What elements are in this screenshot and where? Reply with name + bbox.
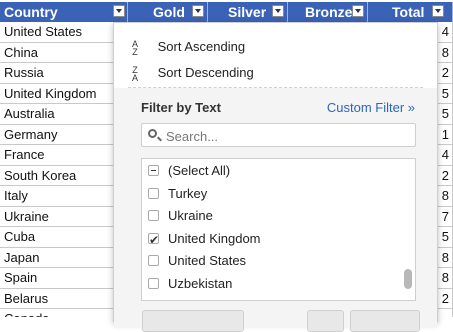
country-cell[interactable]: France <box>0 145 128 166</box>
cancel-button[interactable] <box>350 310 420 332</box>
checkbox[interactable] <box>148 165 159 176</box>
filter-dropdown-button[interactable] <box>272 5 284 17</box>
list-item[interactable]: Turkey <box>142 183 402 205</box>
checkbox[interactable] <box>148 187 159 199</box>
column-header-label: Total <box>392 4 425 20</box>
search-input[interactable] <box>164 126 408 146</box>
search-box <box>141 123 416 147</box>
column-header-label: Bronze <box>305 4 353 20</box>
country-cell[interactable]: Canada <box>0 309 128 317</box>
column-header-silver: Silver <box>208 2 288 22</box>
sort-descending-icon: ZA <box>131 64 138 83</box>
list-item-label: Uzbekistan <box>168 275 233 291</box>
list-item-label: United States <box>168 253 247 268</box>
country-cell[interactable]: Belarus <box>0 288 128 309</box>
country-cell[interactable]: Japan <box>0 247 128 268</box>
sort-ascending-item[interactable]: AZ Sort Ascending <box>128 37 245 57</box>
column-header-total: Total <box>368 2 453 22</box>
sort-descending-item[interactable]: ZA Sort Descending <box>128 63 254 83</box>
country-cell[interactable]: Australia <box>0 104 128 125</box>
column-header-country: Country <box>0 2 128 22</box>
sort-ascending-label: Sort Ascending <box>157 39 246 54</box>
ok-button[interactable] <box>307 310 344 332</box>
country-cell[interactable]: South Korea <box>0 165 128 186</box>
list-item[interactable]: United States <box>142 250 402 272</box>
filter-dropdown-button[interactable] <box>432 5 444 17</box>
column-header-label: Silver <box>228 4 267 20</box>
clear-filter-button[interactable] <box>142 310 244 332</box>
list-item[interactable]: United Kingdom <box>142 228 402 251</box>
list-item[interactable]: (Select All) <box>142 160 402 182</box>
filter-dropdown-button[interactable] <box>192 5 204 17</box>
checkbox[interactable] <box>148 255 159 266</box>
column-header-gold: Gold <box>128 2 208 22</box>
column-header-label: Gold <box>153 4 185 20</box>
search-icon <box>148 129 157 138</box>
country-cell[interactable]: Ukraine <box>0 206 128 227</box>
scrollbar[interactable] <box>404 161 412 298</box>
country-cell[interactable]: Germany <box>0 124 128 145</box>
country-cell[interactable]: United Kingdom <box>0 83 128 104</box>
list-item-label: (Select All) <box>168 163 231 178</box>
country-cell[interactable]: Spain <box>0 268 128 289</box>
list-item[interactable]: Ukraine <box>142 205 402 227</box>
country-cell[interactable]: United States <box>0 22 128 43</box>
value-list: (Select All) Turkey Ukraine United Kingdom U… <box>141 158 416 301</box>
filter-dropdown-button[interactable] <box>352 5 364 17</box>
checkbox[interactable] <box>148 229 159 251</box>
country-cell[interactable]: Italy <box>0 186 128 207</box>
list-item-label: Ukraine <box>168 208 213 223</box>
column-header-label: Country <box>4 4 58 20</box>
country-cell[interactable]: China <box>0 42 128 63</box>
scrollbar-thumb[interactable] <box>404 269 412 289</box>
list-item[interactable]: Uzbekistan <box>142 273 402 295</box>
filter-dropdown-button[interactable] <box>113 5 125 17</box>
filter-title: Filter by Text <box>141 100 221 115</box>
country-cell[interactable]: Cuba <box>0 227 128 248</box>
checkbox[interactable] <box>148 210 159 221</box>
checkbox[interactable] <box>148 277 159 289</box>
list-item-label: United Kingdom <box>168 230 261 246</box>
sort-descending-label: Sort Descending <box>157 65 254 80</box>
country-cell[interactable]: Russia <box>0 63 128 84</box>
custom-filter-link[interactable]: Custom Filter » <box>327 100 415 115</box>
filter-popup: AZ Sort Ascending ZA Sort Descending Fil… <box>113 22 438 332</box>
sort-ascending-icon: AZ <box>131 38 138 57</box>
column-header-bronze: Bronze <box>288 2 368 22</box>
filter-section: Filter by Text Custom Filter » (Select A… <box>114 88 437 328</box>
list-item-label: Turkey <box>168 185 208 201</box>
